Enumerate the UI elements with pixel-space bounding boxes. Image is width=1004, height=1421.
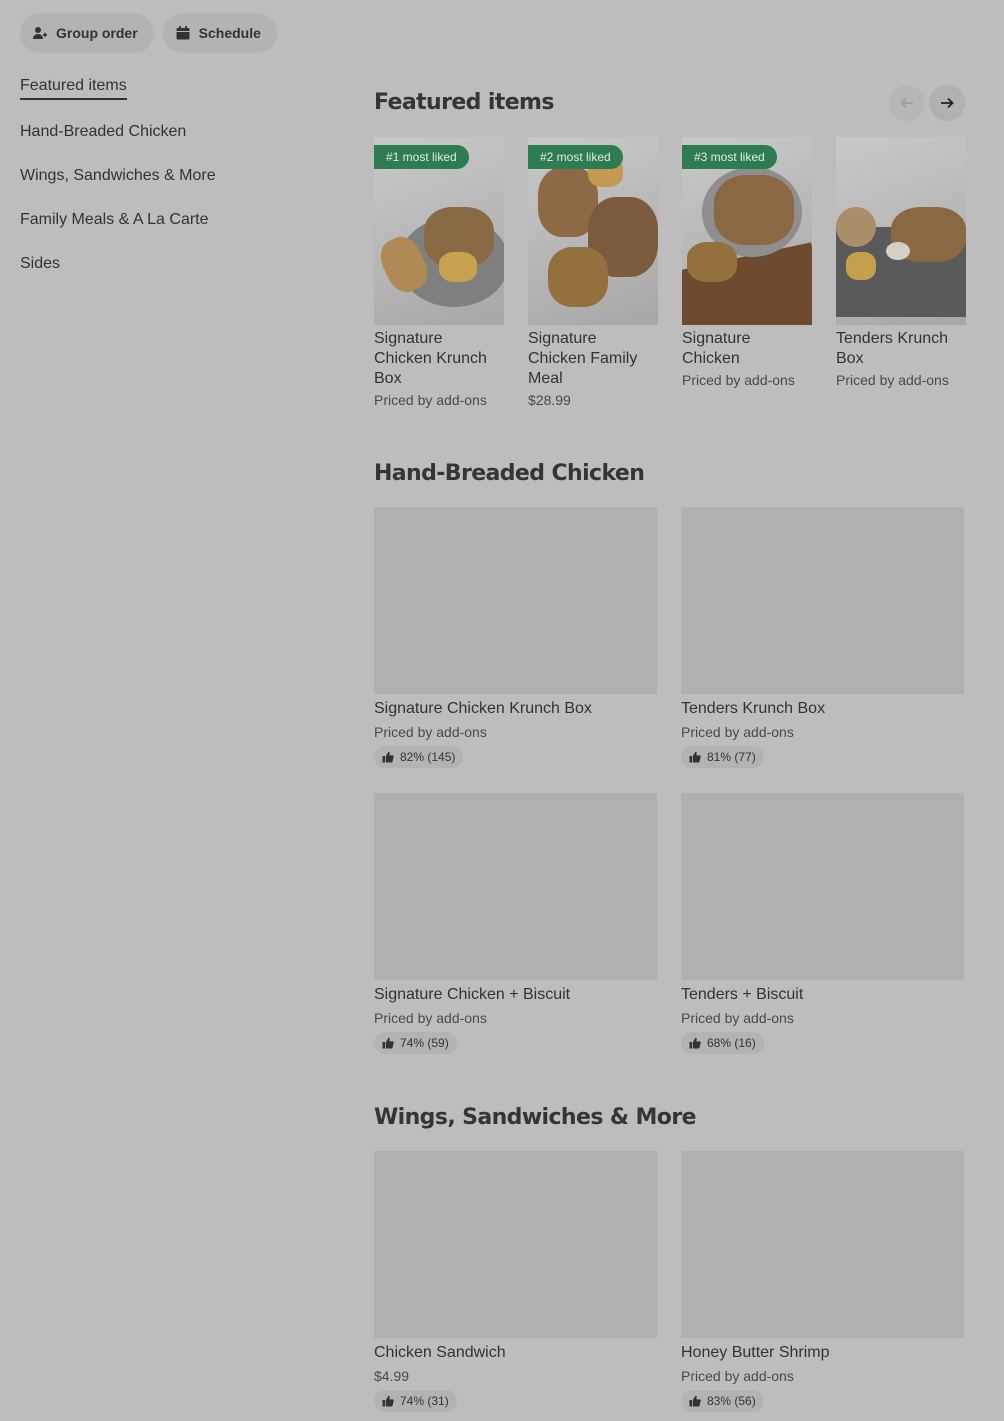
nav-featured-items[interactable]: Featured items <box>20 74 127 100</box>
food-image <box>836 137 966 325</box>
food-image <box>374 507 657 694</box>
item-name: Tenders Krunch Box <box>836 330 949 367</box>
group-order-label: Group order <box>56 25 138 41</box>
rating-text: 82% (145) <box>400 750 456 764</box>
food-image: #1 most liked <box>374 137 504 325</box>
item-name: Signature Chicken + Biscuit <box>374 986 571 1003</box>
carousel-prev-button[interactable] <box>889 85 925 121</box>
item-name: Signature Chicken Krunch Box <box>374 330 487 387</box>
item-name: Signature Chicken Krunch Box <box>374 700 592 717</box>
thumbs-up-icon <box>382 751 394 763</box>
rating-badge: 82% (145) <box>374 746 464 768</box>
food-image: #2 most liked <box>528 137 658 325</box>
rating-badge: 74% (31) <box>374 1390 457 1412</box>
menu-item-card[interactable]: Tenders + Biscuit Priced by add-ons 68% … <box>681 793 964 1079</box>
rating-text: 74% (59) <box>400 1036 449 1050</box>
most-liked-badge: #1 most liked <box>374 145 469 169</box>
menu-item-card[interactable]: Tenders Krunch Box Priced by add-ons 81%… <box>681 507 964 793</box>
nav-wings-sandwiches[interactable]: Wings, Sandwiches & More <box>20 164 320 208</box>
menu-item-card[interactable]: Honey Butter Shrimp Priced by add-ons 83… <box>681 1151 964 1421</box>
item-name: Tenders Krunch Box <box>681 700 826 717</box>
arrow-left-icon <box>900 97 913 109</box>
rating-text: 83% (56) <box>707 1394 756 1408</box>
most-liked-badge: #3 most liked <box>682 145 777 169</box>
menu-item-card[interactable]: Chicken Sandwich $4.99 74% (31) <box>374 1151 657 1421</box>
item-price: Priced by add-ons <box>681 1368 794 1384</box>
thumbs-up-icon <box>689 1037 701 1049</box>
rating-text: 68% (16) <box>707 1036 756 1050</box>
featured-card[interactable]: #2 most liked Signature Chicken Family M… <box>528 137 658 408</box>
group-order-button[interactable]: Group order <box>20 13 154 53</box>
schedule-button[interactable]: Schedule <box>162 13 277 53</box>
hand-breaded-title: Hand-Breaded Chicken <box>374 461 645 486</box>
menu-item-card[interactable]: Signature Chicken + Biscuit Priced by ad… <box>374 793 657 1079</box>
wings-grid: Chicken Sandwich $4.99 74% (31) Honey Bu… <box>374 1151 964 1421</box>
thumbs-up-icon <box>689 1395 701 1407</box>
menu-item-card[interactable]: Signature Chicken Krunch Box Priced by a… <box>374 507 657 793</box>
featured-card[interactable]: #3 most liked Signature Chicken Priced b… <box>682 137 812 408</box>
carousel-next-button[interactable] <box>929 85 965 121</box>
item-price: Priced by add-ons <box>374 392 487 408</box>
item-price: Priced by add-ons <box>374 1010 487 1026</box>
item-name: Honey Butter Shrimp <box>681 1344 830 1361</box>
rating-badge: 68% (16) <box>681 1032 764 1054</box>
item-price: $4.99 <box>374 1368 410 1384</box>
item-name: Chicken Sandwich <box>374 1344 506 1361</box>
item-price: Priced by add-ons <box>374 724 487 740</box>
arrow-right-icon <box>941 97 954 109</box>
item-name: Signature Chicken <box>682 330 751 367</box>
rating-text: 74% (31) <box>400 1394 449 1408</box>
featured-title: Featured items <box>374 90 554 115</box>
food-image <box>374 793 657 980</box>
top-actions: Group order Schedule <box>20 13 277 53</box>
item-name: Signature Chicken Family Meal <box>528 330 638 387</box>
calendar-icon <box>175 25 191 41</box>
nav-hand-breaded-chicken[interactable]: Hand-Breaded Chicken <box>20 120 320 164</box>
nav-family-meals[interactable]: Family Meals & A La Carte <box>20 208 320 252</box>
item-price: Priced by add-ons <box>836 372 949 388</box>
item-price: Priced by add-ons <box>682 372 795 388</box>
food-image <box>681 1151 964 1338</box>
thumbs-up-icon <box>689 751 701 763</box>
food-image <box>374 1151 657 1338</box>
item-price: Priced by add-ons <box>681 724 794 740</box>
featured-carousel: #1 most liked Signature Chicken Krunch B… <box>374 137 966 408</box>
item-price: Priced by add-ons <box>681 1010 794 1026</box>
schedule-label: Schedule <box>198 25 261 41</box>
featured-card[interactable]: Tenders Krunch Box Priced by add-ons <box>836 137 966 408</box>
thumbs-up-icon <box>382 1395 394 1407</box>
rating-badge: 74% (59) <box>374 1032 457 1054</box>
item-name: Tenders + Biscuit <box>681 986 804 1003</box>
most-liked-badge: #2 most liked <box>528 145 623 169</box>
thumbs-up-icon <box>382 1037 394 1049</box>
category-nav: Featured items Hand-Breaded Chicken Wing… <box>20 74 320 296</box>
carousel-nav <box>889 85 965 121</box>
food-image <box>681 793 964 980</box>
rating-badge: 81% (77) <box>681 746 764 768</box>
item-price: $28.99 <box>528 392 571 408</box>
wings-title: Wings, Sandwiches & More <box>374 1105 697 1130</box>
food-image: #3 most liked <box>682 137 812 325</box>
hand-breaded-grid: Signature Chicken Krunch Box Priced by a… <box>374 507 964 1079</box>
featured-card[interactable]: #1 most liked Signature Chicken Krunch B… <box>374 137 504 408</box>
add-person-icon <box>32 25 48 41</box>
nav-sides[interactable]: Sides <box>20 252 320 296</box>
rating-badge: 83% (56) <box>681 1390 764 1412</box>
food-image <box>681 507 964 694</box>
rating-text: 81% (77) <box>707 750 756 764</box>
